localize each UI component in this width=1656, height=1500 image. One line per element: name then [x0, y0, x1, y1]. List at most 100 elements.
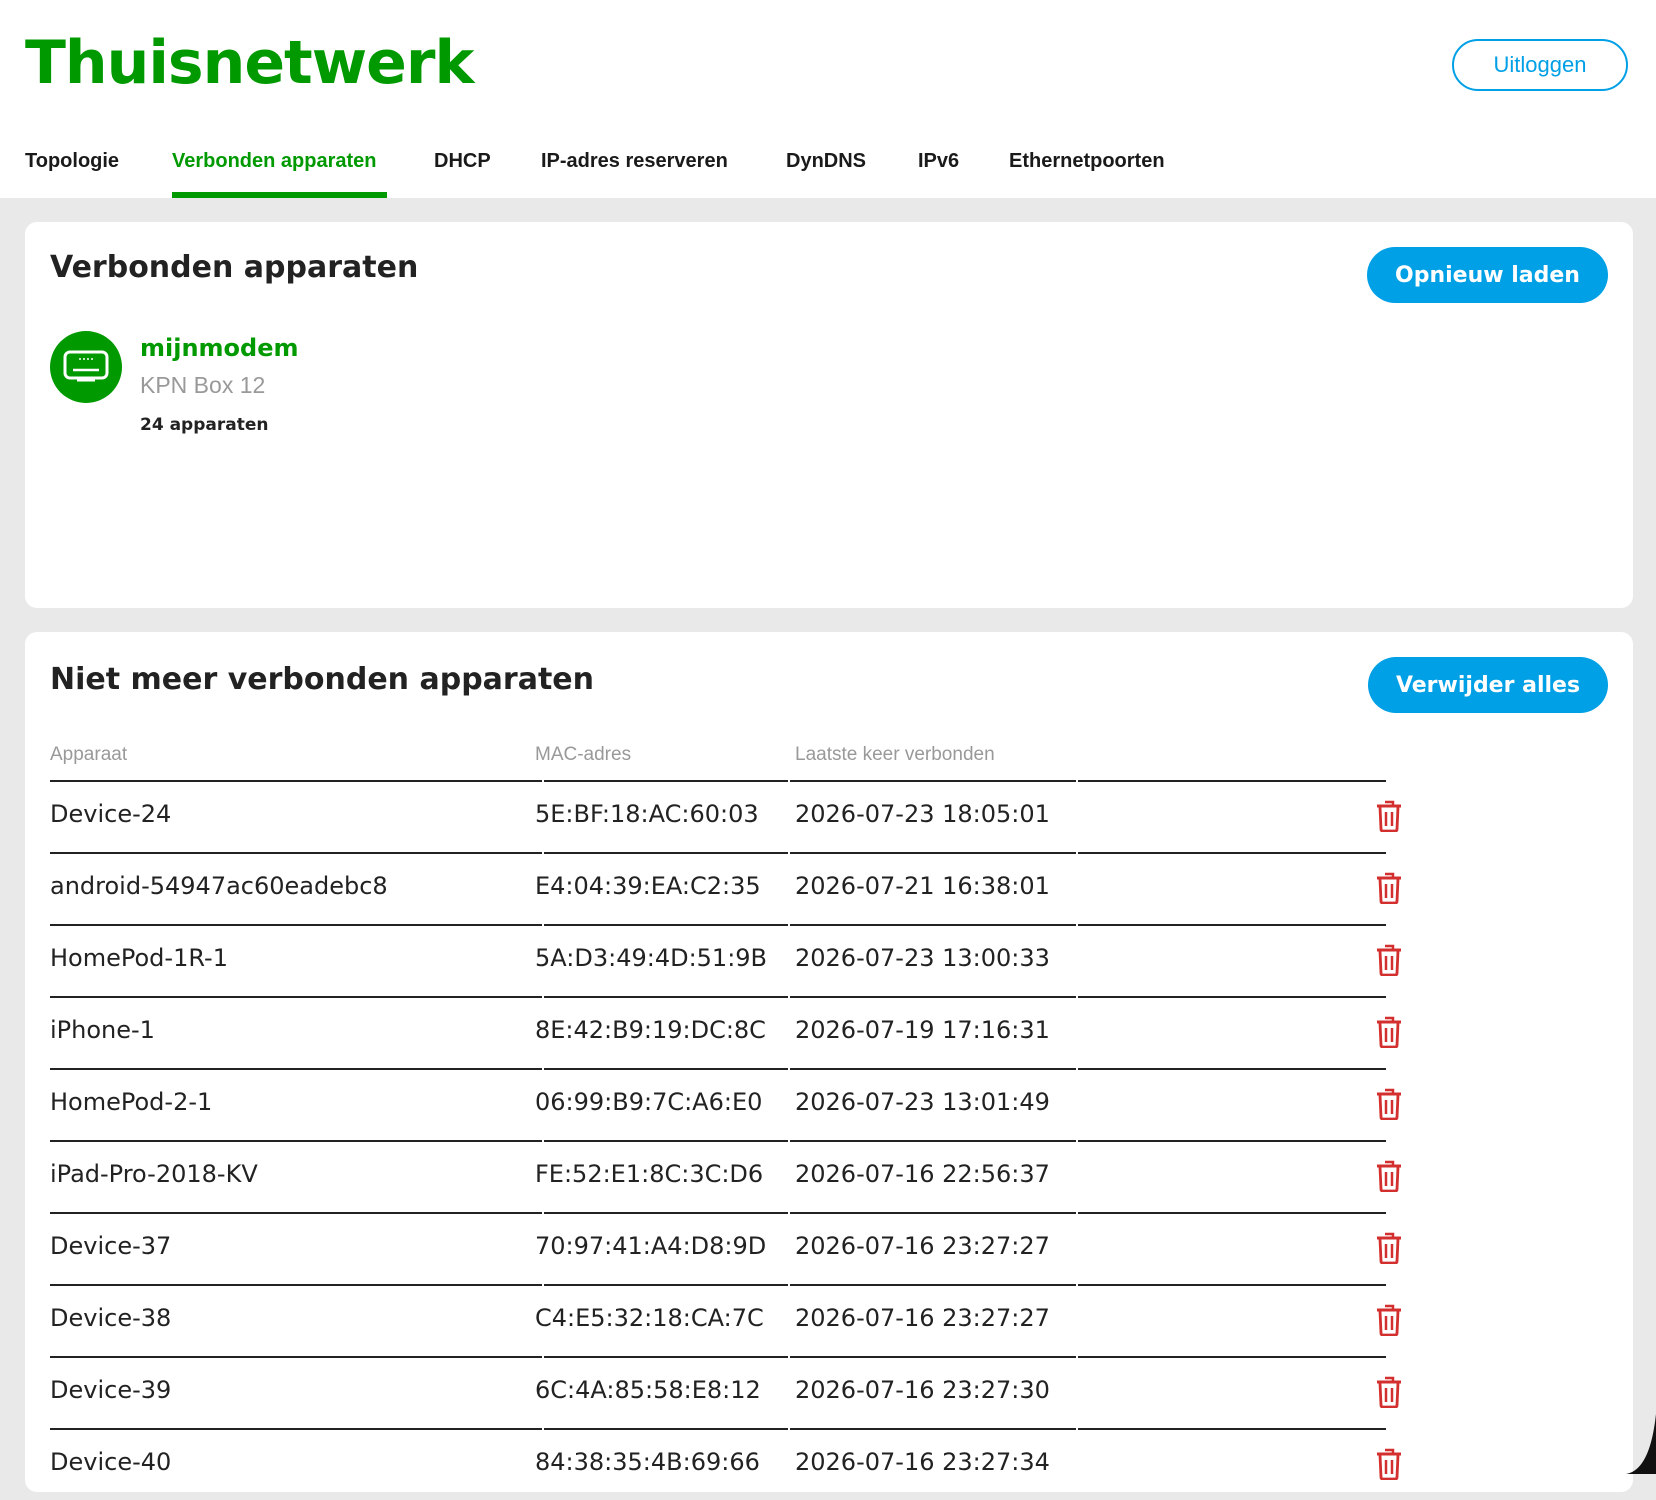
- device-name: Device-24: [50, 800, 172, 828]
- mac-address: E4:04:39:EA:C2:35: [535, 872, 761, 900]
- trash-icon[interactable]: [1376, 1016, 1402, 1049]
- reload-button[interactable]: Opnieuw laden: [1367, 247, 1608, 303]
- mac-address: 70:97:41:A4:D8:9D: [535, 1232, 767, 1260]
- table-row: HomePod-1R-1 5A:D3:49:4D:51:9B 2026-07-23 …: [50, 924, 1401, 996]
- row-divider: [544, 1428, 788, 1430]
- table-row: Device-38 C4:E5:32:18:CA:7C 2026-07-16 23:…: [50, 1284, 1401, 1356]
- tab-ethernetpoorten[interactable]: Ethernetpoorten: [1009, 150, 1165, 173]
- tab-topologie[interactable]: Topologie: [25, 150, 119, 173]
- trash-icon[interactable]: [1376, 1304, 1402, 1337]
- table-row: android-54947ac60eadebc8 E4:04:39:EA:C2:3…: [50, 852, 1401, 924]
- row-divider: [790, 1212, 1076, 1214]
- column-header-last-connected: Laatste keer verbonden: [795, 744, 995, 765]
- row-divider: [790, 1140, 1076, 1142]
- last-connected: 2026-07-16 23:27:27: [795, 1232, 1050, 1260]
- active-tab-indicator: [172, 192, 387, 198]
- row-divider: [544, 1140, 788, 1142]
- row-divider: [50, 924, 542, 926]
- table-row: iPad-Pro-2018-KV FE:52:E1:8C:3C:D6 2026-07…: [50, 1140, 1401, 1212]
- row-divider: [50, 996, 542, 998]
- row-divider: [1078, 1428, 1386, 1430]
- row-divider: [1078, 996, 1386, 998]
- row-divider: [1078, 1284, 1386, 1286]
- tab-bar: Topologie Verbonden apparaten DHCP IP-ad…: [0, 140, 1656, 198]
- row-divider: [790, 1428, 1076, 1430]
- last-connected: 2026-07-16 23:27:34: [795, 1448, 1050, 1476]
- device-name: android-54947ac60eadebc8: [50, 872, 388, 900]
- row-divider: [544, 1356, 788, 1358]
- row-divider: [790, 1284, 1076, 1286]
- trash-icon[interactable]: [1376, 1232, 1402, 1265]
- last-connected: 2026-07-16 22:56:37: [795, 1160, 1050, 1188]
- device-name: Device-37: [50, 1232, 172, 1260]
- last-connected: 2026-07-21 16:38:01: [795, 872, 1050, 900]
- trash-icon[interactable]: [1376, 1088, 1402, 1121]
- device-name: Device-39: [50, 1376, 172, 1404]
- row-divider: [50, 1212, 542, 1214]
- table-row: Device-39 6C:4A:85:58:E8:12 2026-07-16 23:…: [50, 1356, 1401, 1428]
- trash-icon[interactable]: [1376, 1376, 1402, 1409]
- trash-icon[interactable]: [1376, 1160, 1402, 1193]
- last-connected: 2026-07-16 23:27:30: [795, 1376, 1050, 1404]
- remove-all-button[interactable]: Verwijder alles: [1368, 657, 1608, 713]
- page-title: Thuisnetwerk: [25, 28, 474, 98]
- mac-address: C4:E5:32:18:CA:7C: [535, 1304, 764, 1332]
- row-divider: [1078, 1068, 1386, 1070]
- last-connected: 2026-07-16 23:27:27: [795, 1304, 1050, 1332]
- mac-address: 5E:BF:18:AC:60:03: [535, 800, 759, 828]
- column-header-mac: MAC-adres: [535, 744, 632, 765]
- trash-icon[interactable]: [1376, 800, 1402, 833]
- table-row: Device-37 70:97:41:A4:D8:9D 2026-07-16 23:…: [50, 1212, 1401, 1284]
- table-row: HomePod-2-1 06:99:B9:7C:A6:E0 2026-07-23 1…: [50, 1068, 1401, 1140]
- row-divider: [544, 780, 788, 782]
- logout-button[interactable]: Uitloggen: [1452, 39, 1628, 91]
- row-divider: [1078, 924, 1386, 926]
- trash-icon[interactable]: [1376, 944, 1402, 977]
- last-connected: 2026-07-23 13:00:33: [795, 944, 1050, 972]
- modem-icon[interactable]: [50, 331, 122, 403]
- row-divider: [50, 1284, 542, 1286]
- mac-address: 8E:42:B9:19:DC:8C: [535, 1016, 766, 1044]
- modem-name[interactable]: mijnmodem: [140, 334, 299, 362]
- last-connected: 2026-07-23 13:01:49: [795, 1088, 1050, 1116]
- row-divider: [544, 1284, 788, 1286]
- device-name: Device-40: [50, 1448, 172, 1476]
- table-row: iPhone-1 8E:42:B9:19:DC:8C 2026-07-19 17:1…: [50, 996, 1401, 1068]
- row-divider: [50, 1140, 542, 1142]
- trash-icon[interactable]: [1376, 1448, 1402, 1481]
- modem-model: KPN Box 12: [140, 372, 266, 398]
- row-divider: [790, 1068, 1076, 1070]
- row-divider: [790, 924, 1076, 926]
- device-name: iPad-Pro-2018-KV: [50, 1160, 258, 1188]
- row-divider: [1078, 1140, 1386, 1142]
- device-name: Device-38: [50, 1304, 172, 1332]
- row-divider: [50, 1356, 542, 1358]
- row-divider: [50, 780, 542, 782]
- row-divider: [1078, 1356, 1386, 1358]
- trash-icon[interactable]: [1376, 872, 1402, 905]
- device-count: 24 apparaten: [140, 415, 269, 435]
- disconnected-devices-title: Niet meer verbonden apparaten: [50, 662, 594, 697]
- tab-verbonden-apparaten[interactable]: Verbonden apparaten: [172, 150, 377, 173]
- row-divider: [1078, 1212, 1386, 1214]
- mac-address: 84:38:35:4B:69:66: [535, 1448, 760, 1476]
- row-divider: [1078, 780, 1386, 782]
- last-connected: 2026-07-19 17:16:31: [795, 1016, 1050, 1044]
- last-connected: 2026-07-23 18:05:01: [795, 800, 1050, 828]
- mac-address: 5A:D3:49:4D:51:9B: [535, 944, 768, 972]
- tab-dhcp[interactable]: DHCP: [434, 150, 491, 173]
- row-divider: [544, 1212, 788, 1214]
- column-header-device: Apparaat: [50, 744, 128, 765]
- row-divider: [50, 852, 542, 854]
- row-divider: [790, 996, 1076, 998]
- connected-devices-card: Verbonden apparaten Opnieuw laden mijnmo…: [25, 222, 1633, 608]
- table-row: Device-24 5E:BF:18:AC:60:03 2026-07-23 18:…: [50, 780, 1401, 852]
- tab-dyndns[interactable]: DynDNS: [786, 150, 866, 173]
- mac-address: 6C:4A:85:58:E8:12: [535, 1376, 761, 1404]
- mac-address: 06:99:B9:7C:A6:E0: [535, 1088, 763, 1116]
- row-divider: [544, 924, 788, 926]
- tab-ip-adres-reserveren[interactable]: IP-adres reserveren: [541, 150, 728, 173]
- tab-ipv6[interactable]: IPv6: [918, 150, 959, 173]
- mac-address: FE:52:E1:8C:3C:D6: [535, 1160, 764, 1188]
- window-corner: [1626, 1414, 1656, 1474]
